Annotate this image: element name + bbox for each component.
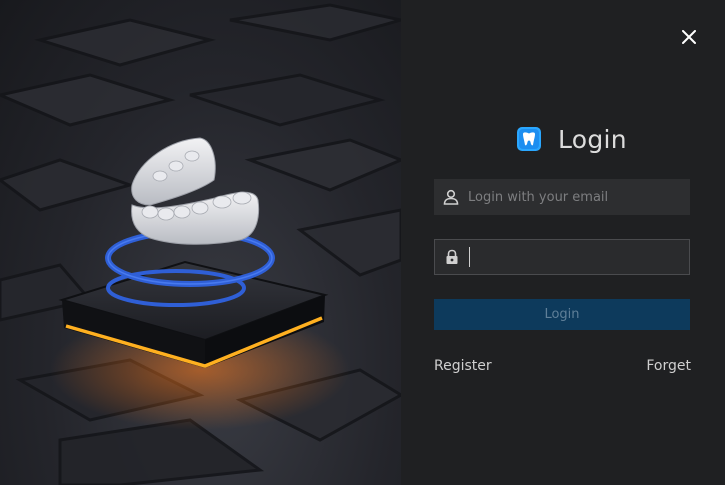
forget-link[interactable]: Forget <box>646 358 691 374</box>
page-title: Login <box>558 124 627 154</box>
password-input[interactable] <box>470 240 689 274</box>
tooth-logo-icon <box>517 127 541 151</box>
dental-scan-illustration <box>0 3 401 485</box>
user-icon <box>434 179 468 215</box>
register-link[interactable]: Register <box>434 358 492 374</box>
lock-icon <box>435 239 469 275</box>
login-header: Login <box>517 124 627 154</box>
close-icon <box>682 30 696 44</box>
login-panel: Login Login Register <box>401 0 725 485</box>
login-window: Login Login Register <box>0 0 725 485</box>
hero-illustration <box>0 0 401 485</box>
close-button[interactable] <box>679 27 699 47</box>
email-field[interactable] <box>434 179 690 215</box>
password-field[interactable] <box>434 239 690 275</box>
email-input[interactable] <box>468 179 690 215</box>
login-button[interactable]: Login <box>434 299 690 330</box>
